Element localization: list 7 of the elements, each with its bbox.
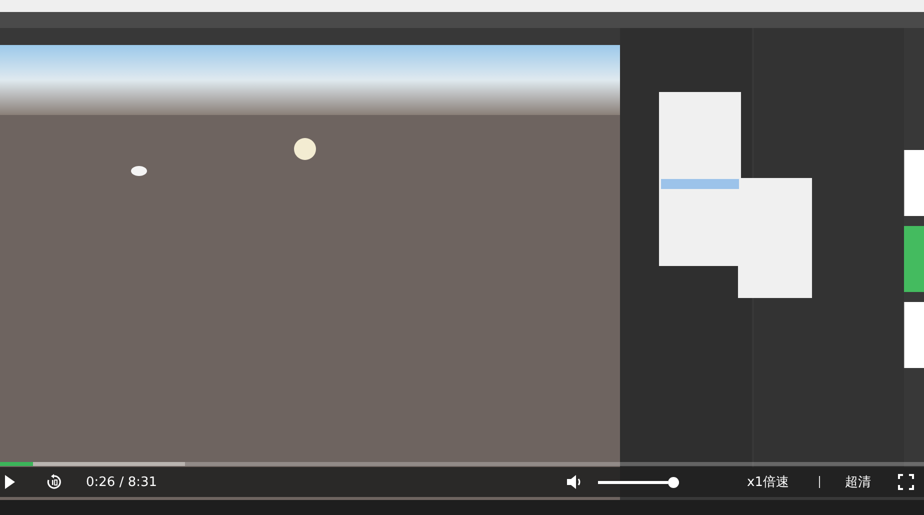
play-icon[interactable] xyxy=(4,474,16,490)
progress-bar[interactable] xyxy=(0,462,924,466)
fullscreen-icon[interactable] xyxy=(898,474,914,490)
time-display: 0:26 / 8:31 xyxy=(86,474,158,490)
speed-button[interactable]: x1倍速 xyxy=(747,473,789,491)
rewind-icon[interactable] xyxy=(46,474,62,490)
quality-button[interactable]: 超清 xyxy=(845,473,871,491)
